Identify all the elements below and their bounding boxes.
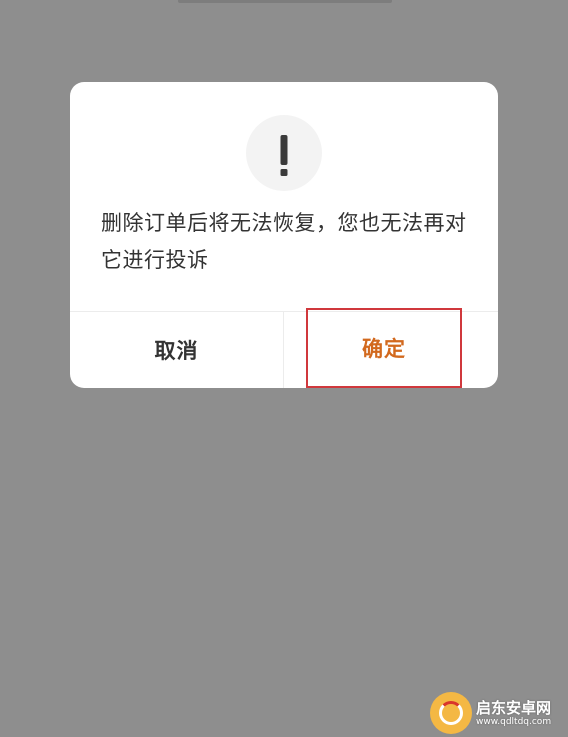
dialog-message: 删除订单后将无法恢复，您也无法再对它进行投诉 xyxy=(101,211,467,272)
watermark-logo-icon xyxy=(430,692,472,734)
exclamation-icon xyxy=(280,135,288,176)
cancel-button[interactable]: 取消 xyxy=(70,312,283,388)
watermark-title: 启东安卓网 xyxy=(476,699,552,717)
confirm-button[interactable]: 确定 xyxy=(306,308,462,388)
screen-overlay: { "dialog": { "message": "删除订单后将无法恢复，您也无… xyxy=(0,0,568,737)
dialog-divider-vertical xyxy=(283,312,284,388)
background-page-edge xyxy=(178,0,392,3)
confirm-delete-dialog: 删除订单后将无法恢复，您也无法再对它进行投诉 取消 确定 xyxy=(70,82,498,388)
watermark: 启东安卓网 www.qdltdq.com xyxy=(428,692,568,737)
watermark-url: www.qdltdq.com xyxy=(476,717,552,727)
alert-icon-badge xyxy=(246,115,322,191)
